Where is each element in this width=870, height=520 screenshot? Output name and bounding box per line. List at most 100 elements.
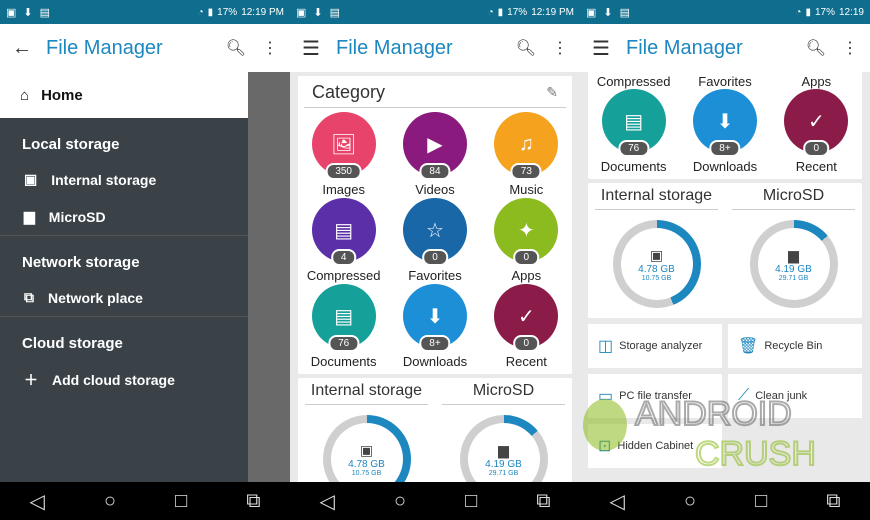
- hidden-cabinet-button[interactable]: ⊡ Hidden Cabinet: [588, 424, 722, 468]
- drawer-item-add-cloud[interactable]: ＋ Add cloud storage: [0, 360, 248, 400]
- broom-icon: ⟋: [738, 387, 750, 404]
- lock-icon: ⊡: [598, 438, 612, 455]
- category-label: Documents: [310, 354, 377, 369]
- overflow-menu-icon[interactable]: ⋮: [552, 38, 568, 58]
- status-bar: ▣ ⬇ ▤ ◔ ▮ 17% 12:19 PM: [290, 0, 580, 24]
- sd-card-icon: ▆: [498, 441, 509, 458]
- wifi-icon: ◔: [795, 6, 802, 18]
- compressed-icon: ▤ 4: [311, 198, 376, 266]
- phone-storage-icon: ▣: [359, 441, 374, 458]
- screenshot-icon: ▣: [296, 6, 307, 19]
- search-icon[interactable]: 🔍︎: [226, 38, 246, 58]
- recents-nav-icon[interactable]: □: [755, 490, 767, 513]
- bag-icon: ▤: [619, 6, 631, 19]
- overflow-menu-icon[interactable]: ⋮: [842, 38, 858, 58]
- screen-home: ▣ ⬇ ▤ ◔ ▮ 17% 12:19 PM ☰ File Manager 🔍︎ ⋮ Ca…: [290, 0, 580, 520]
- clean-junk-button[interactable]: ⟋ Clean junk: [728, 374, 862, 418]
- internal-storage-tile[interactable]: Internal storage ▣ 4.78 GB 10.75 GB: [298, 378, 435, 482]
- back-arrow-icon[interactable]: ←: [12, 37, 42, 60]
- category-recent[interactable]: ✓ 0 Recent: [481, 284, 572, 370]
- clock: 12:19 PM: [241, 6, 284, 18]
- search-icon[interactable]: 🔍︎: [806, 38, 826, 58]
- category-grid: 🖼 350 Images ▶ 84 Videos ♫ 73 Music ▤ 4 Compressed ☆…: [298, 108, 572, 374]
- microsd-total: 29.71 GB: [488, 469, 519, 477]
- edit-list-icon[interactable]: ✎: [546, 84, 558, 101]
- category-images[interactable]: 🖼 350 Images: [298, 112, 389, 198]
- home-nav-icon[interactable]: ○: [104, 490, 116, 513]
- category-videos[interactable]: ▶ 84 Videos: [389, 112, 480, 198]
- category-downloads[interactable]: ⬇ 8+ Downloads: [389, 284, 480, 370]
- screenshot-nav-icon[interactable]: ⧉: [536, 490, 550, 513]
- home-content: Category ✎ 🖼 350 Images ▶ 84 Videos ♫ 73 Music ▤ 4 C…: [290, 72, 580, 482]
- pc-file-transfer-button[interactable]: ▭ PC file transfer: [588, 374, 722, 418]
- back-nav-icon[interactable]: ◁: [610, 489, 625, 514]
- downloads-icon: ⬇ 8+: [692, 89, 757, 157]
- navigation-drawer: ⌂ Home Local storage ▣ Internal storage ▆ M…: [0, 72, 248, 482]
- internal-total: 10.75 GB: [351, 469, 382, 477]
- home-nav-icon[interactable]: ○: [684, 490, 696, 513]
- category-downloads[interactable]: ⬇ 8+ Downloads: [679, 89, 770, 175]
- plus-icon: ＋: [24, 372, 38, 388]
- hamburger-menu-icon[interactable]: ☰: [592, 36, 622, 61]
- category-count: 0: [513, 335, 540, 352]
- back-nav-icon[interactable]: ◁: [30, 489, 45, 514]
- category-favorites[interactable]: ☆ 0 Favorites: [389, 198, 480, 284]
- phone-storage-icon: ▣: [649, 246, 664, 263]
- microsd-label: MicroSD: [731, 183, 856, 210]
- category-apps[interactable]: ✦ 0 Apps: [481, 198, 572, 284]
- category-label: Compressed: [596, 74, 671, 89]
- microsd-used: 4.19 GB: [775, 263, 812, 275]
- category-documents[interactable]: ▤ 76 Documents: [298, 284, 389, 370]
- recycle-bin-button[interactable]: 🗑︎ Recycle Bin: [728, 324, 862, 368]
- recent-icon: ✓ 0: [494, 284, 559, 352]
- overflow-menu-icon[interactable]: ⋮: [262, 38, 278, 58]
- screenshot-nav-icon[interactable]: ⧉: [246, 490, 260, 513]
- drawer-item-microsd[interactable]: ▆ MicroSD: [0, 198, 248, 235]
- cloud-storage-header: Cloud storage: [0, 316, 248, 360]
- internal-storage-tile[interactable]: Internal storage ▣ 4.78 GB 10.75 GB: [588, 183, 725, 318]
- category-grid-partial: Compressed Favorites Apps ▤ 76 Documents ⬇ 8+ Do…: [588, 72, 862, 179]
- category-title: Category: [312, 82, 386, 102]
- internal-used: 4.78 GB: [638, 263, 675, 275]
- search-icon[interactable]: 🔍︎: [516, 38, 536, 58]
- category-documents[interactable]: ▤ 76 Documents: [588, 89, 679, 175]
- category-music[interactable]: ♫ 73 Music: [481, 112, 572, 198]
- recents-nav-icon[interactable]: □: [175, 490, 187, 513]
- microsd-used: 4.19 GB: [485, 458, 522, 470]
- screenshot-nav-icon[interactable]: ⧉: [826, 490, 840, 513]
- screen-drawer: ▣ ⬇ ▤ ◔ ▮ 17% 12:19 PM ← File Manager 🔍︎ ⋮ ⌂ H…: [0, 0, 290, 520]
- recents-nav-icon[interactable]: □: [465, 490, 477, 513]
- app-toolbar: ☰ File Manager 🔍︎ ⋮: [290, 24, 580, 72]
- back-nav-icon[interactable]: ◁: [320, 489, 335, 514]
- wifi-icon: ◔: [487, 6, 494, 18]
- drawer-item-home[interactable]: ⌂ Home: [0, 72, 248, 118]
- category-count: 76: [328, 335, 360, 352]
- internal-storage-label: Internal storage: [304, 378, 429, 405]
- hamburger-menu-icon[interactable]: ☰: [302, 36, 332, 61]
- downloads-icon: ⬇ 8+: [402, 284, 467, 352]
- download-icon: ⬇: [603, 6, 613, 19]
- images-icon: 🖼 350: [311, 112, 376, 180]
- category-label: Music: [509, 182, 544, 197]
- recent-icon: ✓ 0: [784, 89, 849, 157]
- microsd-tile[interactable]: MicroSD ▆ 4.19 GB 29.71 GB: [725, 183, 862, 318]
- category-compressed[interactable]: ▤ 4 Compressed: [298, 198, 389, 284]
- category-label: Downloads: [402, 354, 468, 369]
- internal-used: 4.78 GB: [348, 458, 385, 470]
- sd-card-icon: ▆: [788, 246, 799, 263]
- bag-icon: ▤: [39, 6, 51, 19]
- category-count: 8+: [709, 140, 741, 157]
- app-title: File Manager: [336, 36, 453, 59]
- home-nav-icon[interactable]: ○: [394, 490, 406, 513]
- category-count: 4: [330, 249, 357, 266]
- screenshot-icon: ▣: [586, 6, 597, 19]
- microsd-total: 29.71 GB: [778, 274, 809, 282]
- microsd-tile[interactable]: MicroSD ▆ 4.19 GB 29.71 GB: [435, 378, 572, 482]
- category-recent[interactable]: ✓ 0 Recent: [771, 89, 862, 175]
- wifi-icon: ◔: [197, 6, 204, 18]
- internal-usage-ring: ▣ 4.78 GB 10.75 GB: [612, 220, 701, 308]
- drawer-item-network-place[interactable]: ⧉ Network place: [0, 279, 248, 316]
- system-nav-bar: ◁ ○ □ ⧉: [580, 482, 870, 520]
- drawer-item-internal-storage[interactable]: ▣ Internal storage: [0, 161, 248, 198]
- storage-analyzer-button[interactable]: ◫ Storage analyzer: [588, 324, 722, 368]
